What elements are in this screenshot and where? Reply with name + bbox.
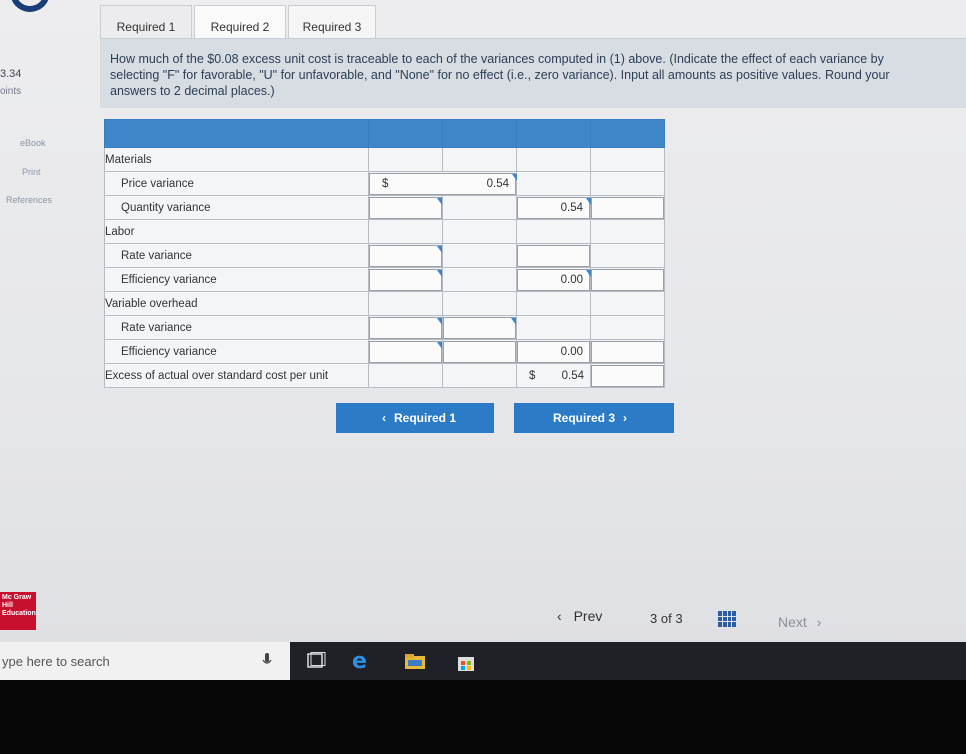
next-label: Next [778, 614, 807, 630]
dollar-sign: $ [529, 369, 536, 382]
next-required-button[interactable]: Required 3 › [514, 403, 674, 433]
labor-efficiency-fu-select[interactable] [591, 268, 664, 291]
prev-required-button[interactable]: ‹ Required 1 [336, 403, 494, 433]
input-flag-icon [512, 173, 517, 181]
monitor-bezel [0, 680, 966, 754]
header-cell [516, 119, 591, 148]
page-of: of [660, 611, 672, 626]
page-indicator: 3 of 3 [650, 611, 683, 626]
labor-rate-variance-amount-input[interactable] [517, 244, 590, 267]
header-cell [442, 119, 517, 148]
next-required-label: Required 3 [552, 411, 615, 425]
print-link[interactable]: Print [22, 167, 41, 177]
input-value: 0.54 [486, 177, 509, 190]
row-label: Quantity variance [104, 195, 369, 220]
table-row: Rate variance [104, 243, 665, 268]
references-link[interactable]: References [6, 195, 52, 205]
row-label: Labor [104, 219, 369, 244]
table-row: Efficiency variance 0.00 [104, 339, 665, 364]
quantity-variance-amount-input[interactable]: 0.54 [517, 196, 591, 219]
chevron-left-icon: ‹ [381, 411, 386, 425]
table-total-row: Excess of actual over standard cost per … [104, 363, 665, 388]
overhead-efficiency-variance-amount-input[interactable]: 0.00 [517, 340, 590, 363]
labor-efficiency-variance-effect-select[interactable] [369, 268, 442, 291]
header-cell [104, 119, 369, 148]
labor-rate-variance-effect-select[interactable] [369, 244, 442, 267]
page-current: 3 [650, 611, 658, 626]
prev-question-link[interactable]: ‹ Prev [557, 608, 602, 624]
overhead-efficiency-fu-select-2[interactable] [591, 340, 664, 363]
prev-label: Prev [573, 608, 603, 624]
dropdown-flag-icon [437, 269, 442, 277]
quantity-variance-effect-select[interactable] [369, 196, 442, 219]
row-label: Excess of actual over standard cost per … [104, 363, 369, 388]
edge-browser-icon[interactable]: e [342, 648, 382, 680]
total-fu-select[interactable] [591, 364, 664, 387]
left-rail: 3.34 oints eBook Print References Mc Gra… [0, 0, 70, 648]
chevron-right-icon: › [623, 411, 627, 425]
dropdown-flag-icon [437, 245, 442, 253]
total-excess-cost-input[interactable]: $ 0.54 [517, 364, 590, 387]
score-value: 3.34 [0, 68, 22, 80]
mcgraw-hill-logo: Mc Graw Hill Education [0, 592, 36, 630]
overhead-rate-variance-fu-select[interactable] [443, 316, 516, 339]
file-explorer-icon[interactable] [404, 652, 426, 675]
chevron-left-icon: ‹ [557, 608, 562, 624]
input-value: 0.54 [560, 201, 583, 214]
input-value: 0.00 [560, 345, 583, 358]
prev-required-label: Required 1 [393, 411, 456, 425]
overhead-rate-variance-effect-select[interactable] [369, 316, 442, 339]
table-row: Price variance $ 0.54 [104, 171, 665, 196]
row-label: Variable overhead [104, 291, 369, 316]
labor-efficiency-variance-amount-input[interactable]: 0.00 [517, 268, 591, 291]
dropdown-flag-icon [437, 197, 442, 205]
browser-viewport: 3.34 oints eBook Print References Mc Gra… [0, 0, 966, 648]
row-label: Price variance [104, 171, 369, 196]
microphone-icon[interactable] [262, 652, 272, 673]
table-row: Materials [104, 147, 665, 172]
materials-price-variance-input[interactable]: $ 0.54 [369, 172, 517, 195]
row-label: Rate variance [104, 315, 369, 340]
variance-table: Materials Price variance $ 0.54 Quantity… [104, 119, 665, 388]
search-placeholder: ype here to search [2, 653, 110, 669]
dropdown-flag-icon [511, 317, 516, 325]
quantity-variance-fu-select[interactable] [591, 196, 664, 219]
table-row: Quantity variance 0.54 [104, 195, 665, 220]
store-icon[interactable] [456, 652, 476, 677]
task-view-icon[interactable] [306, 652, 326, 675]
table-row: Rate variance [104, 315, 665, 340]
row-label: Efficiency variance [104, 339, 369, 364]
question-panel: How much of the $0.08 excess unit cost i… [100, 38, 966, 108]
row-label: Efficiency variance [104, 267, 369, 292]
header-cell [368, 119, 443, 148]
table-header-row [104, 119, 665, 148]
logo-arc-icon [4, 0, 56, 18]
table-row: Efficiency variance 0.00 [104, 267, 665, 292]
question-text: How much of the $0.08 excess unit cost i… [110, 52, 890, 98]
page-total: 3 [675, 611, 683, 626]
header-cell [590, 119, 665, 148]
svg-text:e: e [352, 649, 367, 672]
input-value: 0.00 [560, 273, 583, 286]
dropdown-flag-icon [437, 317, 442, 325]
row-label: Materials [104, 147, 369, 172]
overhead-efficiency-fu-select[interactable] [443, 340, 516, 363]
input-value: 0.54 [561, 369, 584, 382]
table-row: Labor [104, 219, 665, 244]
ebook-link[interactable]: eBook [20, 138, 46, 148]
question-grid-icon[interactable] [718, 611, 736, 627]
dropdown-flag-icon [437, 341, 442, 349]
chevron-right-icon: › [816, 614, 822, 630]
score-label: oints [0, 86, 22, 97]
row-label: Rate variance [104, 243, 369, 268]
overhead-efficiency-variance-effect-select[interactable] [369, 340, 442, 363]
dollar-sign: $ [382, 177, 389, 190]
next-question-link[interactable]: Next › [778, 614, 821, 630]
table-row: Variable overhead [104, 291, 665, 316]
taskbar-search-input[interactable]: ype here to search [0, 642, 290, 680]
